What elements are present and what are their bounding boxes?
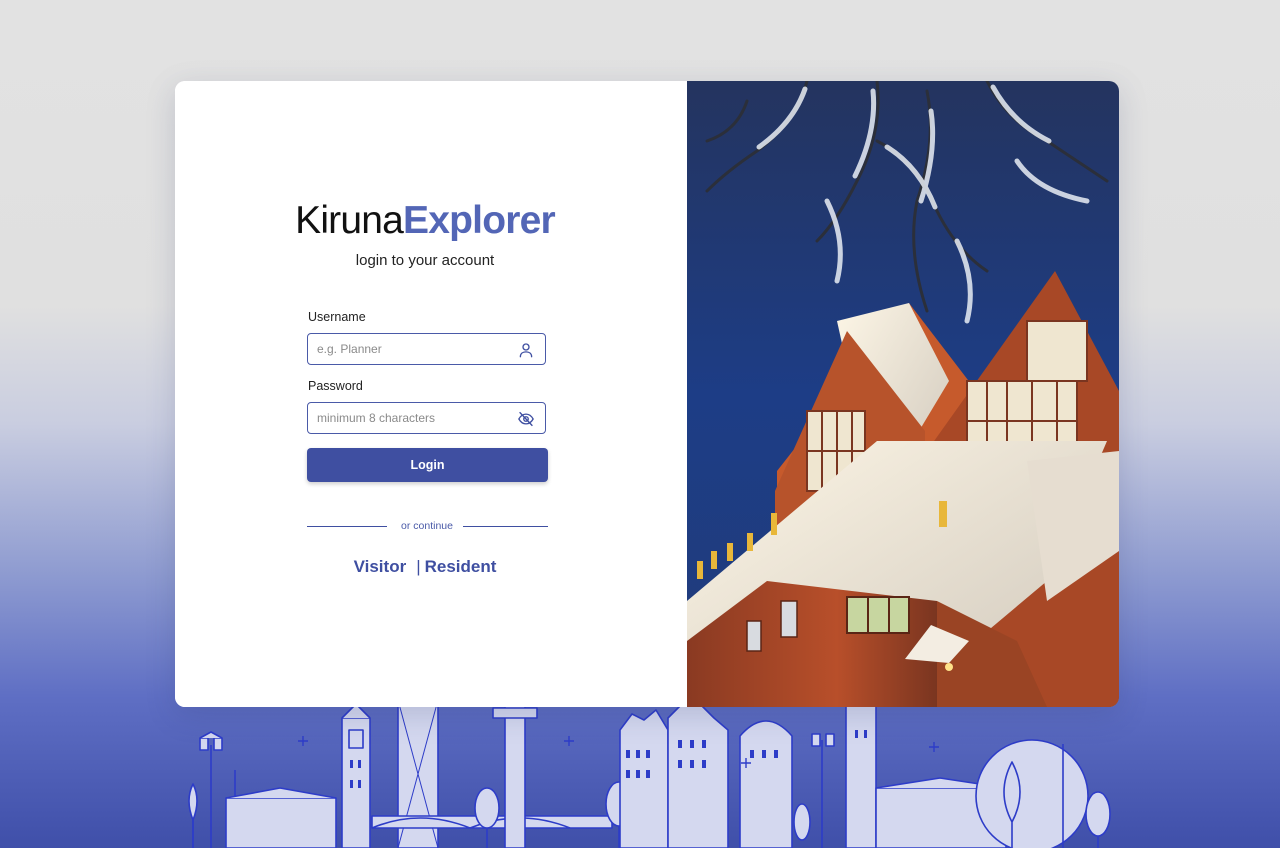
login-panel: KirunaExplorer login to your account Use… (175, 81, 687, 707)
password-input[interactable] (317, 403, 507, 433)
user-icon (519, 343, 533, 358)
role-links: Visitor | Resident (175, 557, 675, 577)
password-field[interactable] (307, 402, 546, 434)
city-skyline-illustration (188, 700, 1111, 848)
kiruna-church-photo (687, 81, 1119, 707)
page-subtitle: login to your account (355, 252, 495, 269)
username-field[interactable] (307, 333, 546, 365)
resident-link[interactable]: Resident (425, 557, 497, 576)
eye-off-icon[interactable] (517, 410, 535, 428)
role-separator: | (416, 557, 421, 576)
logo-text-kiruna: Kiruna (295, 199, 404, 242)
username-input[interactable] (317, 334, 507, 364)
login-button[interactable]: Login (307, 448, 548, 482)
password-label: Password (308, 379, 363, 393)
divider-text: or continue (401, 520, 453, 532)
username-label: Username (308, 310, 366, 324)
visitor-link[interactable]: Visitor (354, 557, 407, 576)
app-logo: KirunaExplorer (175, 199, 675, 243)
divider-line-left (307, 526, 387, 527)
login-card: KirunaExplorer login to your account Use… (175, 81, 1119, 707)
logo-text-explorer: Explorer (403, 199, 556, 242)
divider-line-right (463, 526, 548, 527)
